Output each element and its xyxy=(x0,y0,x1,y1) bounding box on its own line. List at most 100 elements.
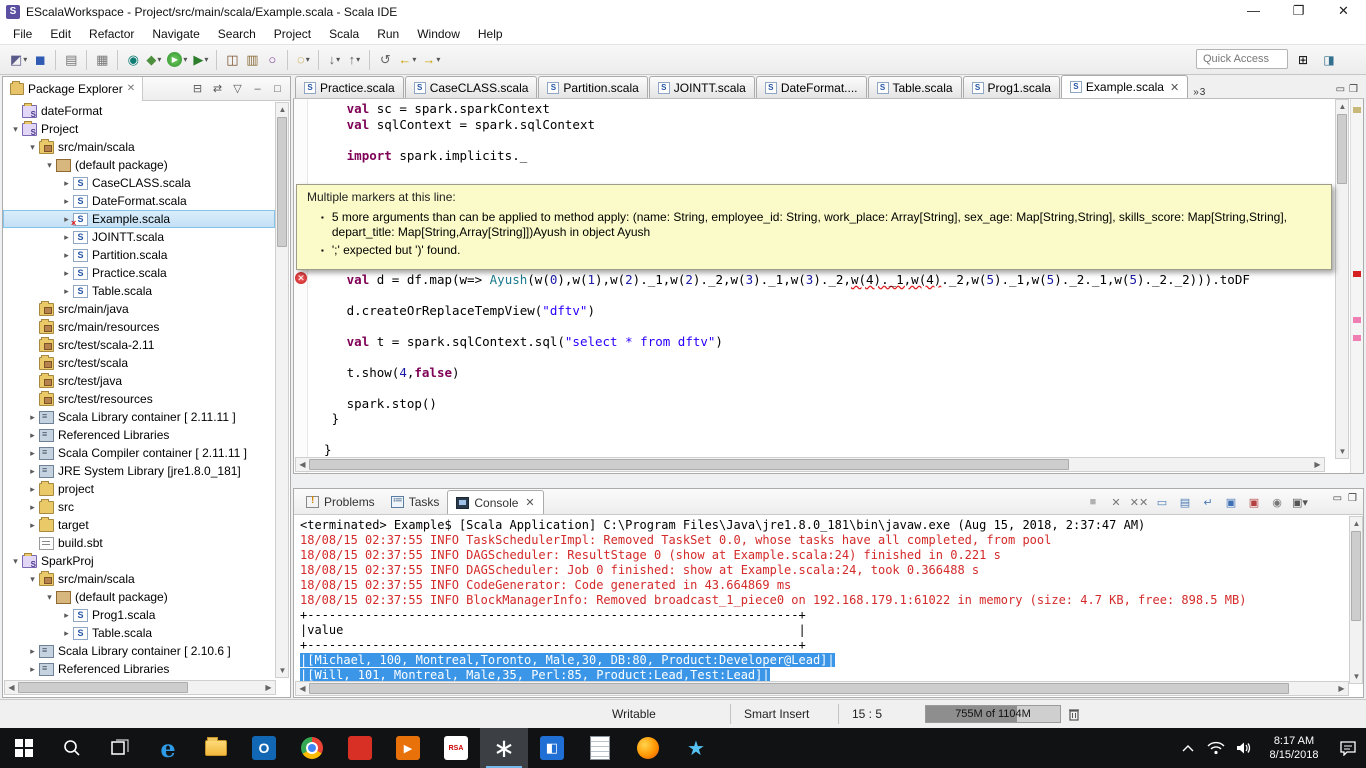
collapsed-arrow-icon[interactable]: ▸ xyxy=(26,484,39,495)
clear-console-icon[interactable]: ▭ xyxy=(1153,493,1171,511)
pink-ruler-marker[interactable] xyxy=(1353,335,1361,341)
tree-item-src-test-scala-2-11[interactable]: src/test/scala-2.11 xyxy=(3,336,275,354)
remove-launch-icon[interactable]: ✕ xyxy=(1107,493,1125,511)
taskbar-clock[interactable]: 8:17 AM 8/15/2018 xyxy=(1258,734,1330,762)
editor-tab-partition-scala[interactable]: SPartition.scala xyxy=(538,76,647,98)
tree-item-default-package[interactable]: ▾(default package) xyxy=(3,156,275,174)
taskbar-app-scala-ide[interactable]: ∗ xyxy=(480,728,528,768)
pink-ruler-marker[interactable] xyxy=(1353,317,1361,323)
tree-item-src-test-scala[interactable]: src/test/scala xyxy=(3,354,275,372)
collapsed-arrow-icon[interactable]: ▸ xyxy=(26,430,39,441)
collapsed-arrow-icon[interactable]: ▸ xyxy=(26,466,39,477)
maximize-editor-icon[interactable]: ❒ xyxy=(1349,84,1358,95)
dropdown-arrow-icon[interactable]: ▾ xyxy=(306,55,310,64)
action-center-button[interactable] xyxy=(1330,728,1366,768)
taskbar-app-file-explorer[interactable] xyxy=(192,728,240,768)
next-annotation-icon[interactable]: ↓▾ xyxy=(324,49,344,71)
taskbar-app-chrome[interactable] xyxy=(288,728,336,768)
expanded-arrow-icon[interactable]: ▾ xyxy=(26,574,39,585)
taskbar-app-video-app[interactable]: ▶ xyxy=(384,728,432,768)
restore-window-button[interactable]: ❐ xyxy=(1276,0,1321,24)
collapsed-arrow-icon[interactable]: ▸ xyxy=(60,196,73,207)
volume-tray-button[interactable] xyxy=(1230,728,1258,768)
expanded-arrow-icon[interactable]: ▾ xyxy=(43,160,56,171)
console-tab-tasks[interactable]: Tasks xyxy=(383,490,448,514)
collapsed-arrow-icon[interactable]: ▸ xyxy=(60,268,73,279)
collapsed-arrow-icon[interactable]: ▸ xyxy=(26,448,39,459)
taskbar-app-rsa-app[interactable]: RSA xyxy=(432,728,480,768)
dropdown-arrow-icon[interactable]: ▾ xyxy=(183,55,187,64)
menu-refactor[interactable]: Refactor xyxy=(80,25,143,43)
collapse-all-icon[interactable]: ⊟ xyxy=(189,80,206,97)
open-perspective-icon[interactable]: ⊞ xyxy=(1292,50,1314,69)
tree-item-src-main-scala[interactable]: ▾src/main/scala xyxy=(3,570,275,588)
external-tools-icon[interactable]: ▶▾ xyxy=(190,49,211,71)
collapsed-arrow-icon[interactable]: ▸ xyxy=(26,664,39,675)
build-all-icon[interactable]: ▦ xyxy=(92,49,112,71)
dropdown-arrow-icon[interactable]: ▾ xyxy=(356,55,360,64)
taskbar-app-media-app[interactable] xyxy=(336,728,384,768)
tree-item-scala-compiler-container-2-11-11[interactable]: ▸Scala Compiler container [ 2.11.11 ] xyxy=(3,444,275,462)
tree-item-sparkproj[interactable]: ▾SparkProj xyxy=(3,552,275,570)
console-tab-console[interactable]: Console✕ xyxy=(447,490,543,514)
show-stdout-icon[interactable]: ▣ xyxy=(1222,493,1240,511)
close-tab-icon[interactable]: ✕ xyxy=(1170,81,1179,94)
tree-item-referenced-libraries[interactable]: ▸Referenced Libraries xyxy=(3,426,275,444)
expanded-arrow-icon[interactable]: ▾ xyxy=(9,124,22,135)
tree-item-src-main-resources[interactable]: src/main/resources xyxy=(3,318,275,336)
link-with-editor-icon[interactable]: ⇄ xyxy=(209,80,226,97)
collapsed-arrow-icon[interactable]: ▸ xyxy=(26,502,39,513)
tree-item-prog1-scala[interactable]: ▸SProg1.scala xyxy=(3,606,275,624)
tree-item-partition-scala[interactable]: ▸SPartition.scala xyxy=(3,246,275,264)
debug-icon[interactable]: ◆▾ xyxy=(143,49,164,71)
occurrence-marker[interactable] xyxy=(1353,107,1361,113)
tree-item-dateformat-scala[interactable]: ▸SDateFormat.scala xyxy=(3,192,275,210)
console-horizontal-scrollbar[interactable]: ◀ ▶ xyxy=(295,681,1349,696)
collapsed-arrow-icon[interactable]: ▸ xyxy=(60,628,73,639)
terminate-icon[interactable]: ■ xyxy=(1084,493,1102,511)
show-hidden-icons-button[interactable] xyxy=(1174,728,1202,768)
tree-item-example-scala[interactable]: ▸SExample.scala xyxy=(3,210,275,228)
dropdown-arrow-icon[interactable]: ▾ xyxy=(23,55,27,64)
menu-edit[interactable]: Edit xyxy=(41,25,80,43)
menu-scala[interactable]: Scala xyxy=(320,25,368,43)
minimize-console-icon[interactable]: ▭ xyxy=(1333,493,1342,504)
tree-item-build-sbt[interactable]: build.sbt xyxy=(3,534,275,552)
maximize-view-icon[interactable]: □ xyxy=(269,80,286,97)
tree-item-table-scala[interactable]: ▸STable.scala xyxy=(3,282,275,300)
close-tab-icon[interactable]: ✕ xyxy=(525,496,534,509)
collapsed-arrow-icon[interactable]: ▸ xyxy=(26,412,39,423)
tree-item-src-main-java[interactable]: src/main/java xyxy=(3,300,275,318)
dropdown-arrow-icon[interactable]: ▾ xyxy=(436,55,440,64)
tree-item-project[interactable]: ▾Project xyxy=(3,120,275,138)
tree-item-src-test-resources[interactable]: src/test/resources xyxy=(3,390,275,408)
show-stderr-icon[interactable]: ▣ xyxy=(1245,493,1263,511)
editor-tab-practice-scala[interactable]: SPractice.scala xyxy=(295,76,404,98)
collapsed-arrow-icon[interactable]: ▸ xyxy=(60,286,73,297)
run-scala-application-icon[interactable]: ◉ xyxy=(123,49,143,71)
menu-run[interactable]: Run xyxy=(368,25,408,43)
new-icon[interactable]: ◩▾ xyxy=(7,49,30,71)
tree-item-src-main-scala[interactable]: ▾src/main/scala xyxy=(3,138,275,156)
menu-navigate[interactable]: Navigate xyxy=(143,25,208,43)
maximize-console-icon[interactable]: ❒ xyxy=(1348,493,1357,504)
word-wrap-icon[interactable]: ↵ xyxy=(1199,493,1217,511)
tab-overflow-indicator[interactable]: »3 xyxy=(1193,87,1205,98)
expanded-arrow-icon[interactable]: ▾ xyxy=(43,592,56,603)
console-output[interactable]: <terminated> Example$ [Scala Application… xyxy=(294,516,1350,684)
menu-file[interactable]: File xyxy=(4,25,41,43)
search-button[interactable] xyxy=(48,728,96,768)
dropdown-arrow-icon[interactable]: ▾ xyxy=(412,55,416,64)
save-icon[interactable]: ◼ xyxy=(30,49,50,71)
editor-tab-dateformat[interactable]: SDateFormat.... xyxy=(756,76,867,98)
minimize-editor-icon[interactable]: ▭ xyxy=(1336,84,1345,95)
open-console-dropdown-icon[interactable]: ▣▾ xyxy=(1291,493,1309,511)
taskbar-app-spark-app[interactable]: ★ xyxy=(672,728,720,768)
taskbar-app-photos-app[interactable]: ◧ xyxy=(528,728,576,768)
start-button[interactable] xyxy=(0,728,48,768)
tree-item-src[interactable]: ▸src xyxy=(3,498,275,516)
forward-icon[interactable]: →▾ xyxy=(419,49,443,71)
new-scala-project-icon[interactable]: ◫ xyxy=(222,49,242,71)
tree-item-scala-library-container-2-11-11[interactable]: ▸Scala Library container [ 2.11.11 ] xyxy=(3,408,275,426)
menu-search[interactable]: Search xyxy=(209,25,265,43)
